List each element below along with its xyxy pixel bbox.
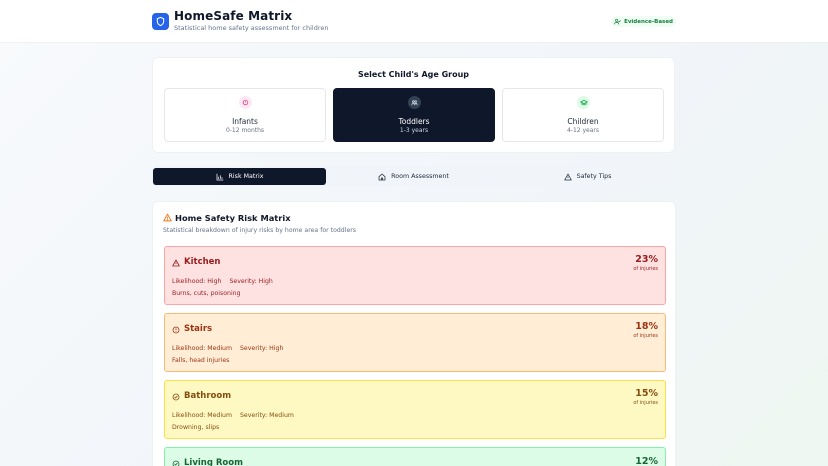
area-injuries: Falls, head injuries	[172, 357, 230, 364]
risk-area-bathroom[interactable]: Bathroom Likelihood: Medium Severity: Me…	[164, 380, 666, 439]
area-injuries: Drowning, slips	[172, 424, 220, 431]
matrix-title: Home Safety Risk Matrix	[175, 213, 291, 223]
age-selector-title: Select Child's Age Group	[357, 70, 470, 79]
age-option-infants[interactable]: Infants 0-12 months	[164, 88, 326, 142]
area-likelihood: Likelihood: High	[172, 278, 222, 285]
area-meta: Likelihood: Medium Severity: High	[172, 345, 283, 352]
matrix-description: Statistical breakdown of injury risks by…	[163, 227, 357, 234]
tab-label: Safety Tips	[576, 173, 612, 180]
risk-matrix-card: Home Safety Risk Matrix Statistical brea…	[152, 201, 676, 466]
baby-icon	[239, 96, 252, 109]
tab-room-assessment[interactable]: Room Assessment	[327, 168, 500, 185]
tab-label: Risk Matrix	[228, 173, 264, 180]
area-name: Stairs	[184, 324, 213, 334]
bar-chart-icon	[216, 173, 223, 180]
app-subtitle: Statistical home safety assessment for c…	[174, 24, 329, 32]
home-icon	[378, 173, 386, 180]
area-injuries: Burns, cuts, poisoning	[172, 290, 241, 297]
age-option-toddlers[interactable]: Toddlers 1-3 years	[333, 88, 495, 142]
age-option-range: 0-12 months	[225, 127, 265, 134]
age-option-name: Toddlers	[398, 117, 430, 126]
evidence-badge: Evidence-Based	[611, 16, 676, 27]
age-option-name: Children	[567, 117, 599, 126]
check-circle-icon	[172, 460, 180, 466]
app-header: HomeSafe Matrix Statistical home safety …	[0, 0, 828, 43]
area-name: Bathroom	[184, 391, 232, 401]
age-option-children[interactable]: Children 4-12 years	[502, 88, 664, 142]
shield-icon	[152, 13, 169, 30]
age-option-range: 1-3 years	[399, 127, 429, 134]
area-name: Living Room	[184, 458, 243, 466]
users-icon	[408, 96, 421, 109]
area-percent: 12%	[635, 456, 658, 466]
warning-icon	[163, 213, 172, 222]
area-percent-label: of injuries	[633, 266, 658, 272]
area-severity: Severity: High	[229, 278, 273, 285]
badge-label: Evidence-Based	[624, 18, 673, 25]
area-percent-label: of injuries	[633, 400, 658, 406]
graduation-cap-icon	[577, 96, 590, 109]
area-percent: 23%	[635, 254, 658, 265]
tab-label: Room Assessment	[391, 173, 449, 180]
warning-icon	[563, 173, 572, 180]
tab-safety-tips[interactable]: Safety Tips	[501, 168, 674, 185]
check-circle-icon	[172, 393, 180, 401]
risk-area-kitchen[interactable]: Kitchen Likelihood: High Severity: High …	[164, 246, 666, 305]
age-option-name: Infants	[232, 117, 258, 126]
age-option-range: 4-12 years	[566, 127, 600, 134]
area-severity: Severity: High	[240, 345, 284, 352]
area-meta: Likelihood: High Severity: High	[172, 278, 273, 285]
area-percent: 18%	[635, 321, 658, 332]
area-meta: Likelihood: Medium Severity: Medium	[172, 412, 294, 419]
area-likelihood: Likelihood: Medium	[172, 412, 232, 419]
risk-area-stairs[interactable]: Stairs Likelihood: Medium Severity: High…	[164, 313, 666, 372]
area-percent-label: of injuries	[633, 333, 658, 339]
risk-area-living-room[interactable]: Living Room 12%	[164, 447, 666, 466]
area-name: Kitchen	[184, 257, 221, 267]
area-likelihood: Likelihood: Medium	[172, 345, 232, 352]
alert-circle-icon	[172, 326, 180, 334]
age-group-selector: Select Child's Age Group Infants 0-12 mo…	[152, 57, 675, 153]
area-percent: 15%	[635, 388, 658, 399]
app-title: HomeSafe Matrix	[174, 9, 293, 23]
tab-risk-matrix[interactable]: Risk Matrix	[153, 168, 326, 185]
warning-icon	[172, 259, 180, 267]
view-tabs: Risk Matrix Room Assessment Safety Tips	[152, 166, 676, 186]
user-check-icon	[614, 18, 621, 25]
area-severity: Severity: Medium	[240, 412, 294, 419]
